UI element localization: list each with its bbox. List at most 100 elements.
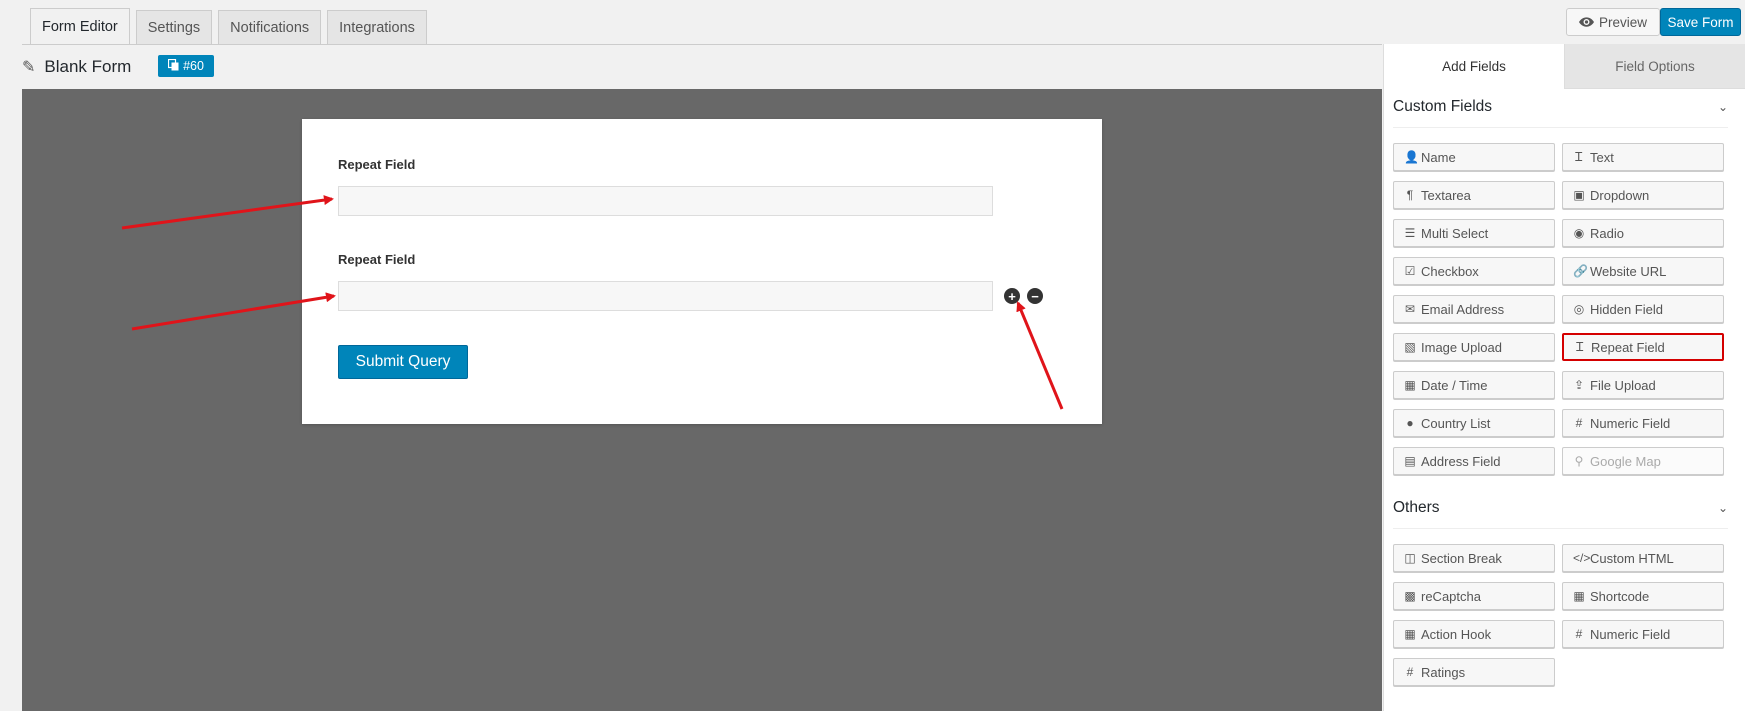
divider: [1393, 127, 1728, 128]
remove-row-icon[interactable]: −: [1027, 288, 1043, 304]
action-hook-field-button[interactable]: ▦ Action Hook: [1393, 620, 1555, 648]
upload-icon: ⇪: [1573, 378, 1585, 392]
custom-fields-title: Custom Fields: [1393, 98, 1493, 115]
checkbox-icon: ☑: [1404, 264, 1416, 278]
form-id: #60: [183, 59, 204, 73]
map-marker-icon: ⚲: [1574, 454, 1584, 468]
custom-html-field-button[interactable]: </> Custom HTML: [1562, 544, 1724, 572]
repeat-field-field-button[interactable]: Ꮖ Repeat Field: [1562, 333, 1724, 361]
field-button-label: Custom HTML: [1590, 550, 1674, 566]
tab-field-options[interactable]: Field Options: [1564, 44, 1745, 89]
tab-form-editor[interactable]: Form Editor: [30, 8, 130, 45]
preview-button[interactable]: Preview: [1566, 8, 1660, 36]
field-button-label: Ratings: [1421, 664, 1466, 680]
text-cursor-icon: Ꮖ: [1576, 339, 1584, 354]
field-button-label: Action Hook: [1421, 626, 1492, 642]
pencil-icon[interactable]: ✎: [22, 57, 35, 77]
add-row-icon[interactable]: +: [1004, 288, 1020, 304]
name-field-button[interactable]: 👤 Name: [1393, 143, 1555, 171]
date-time-field-button[interactable]: ▦ Date / Time: [1393, 371, 1555, 399]
field-button-label: Text: [1590, 149, 1614, 165]
calendar-icon: ▦: [1404, 627, 1416, 641]
field-button-label: Hidden Field: [1590, 301, 1663, 317]
field-button-label: Date / Time: [1421, 377, 1488, 393]
radio-icon: ◉: [1573, 226, 1585, 240]
field-button-label: Shortcode: [1590, 588, 1650, 604]
file-upload-field-button[interactable]: ⇪ File Upload: [1562, 371, 1724, 399]
field-button-label: Repeat Field: [1591, 339, 1665, 355]
address-field-field-button[interactable]: ▤ Address Field: [1393, 447, 1555, 475]
ratings-field-button[interactable]: # Ratings: [1393, 658, 1555, 686]
hash-icon: #: [1575, 416, 1583, 430]
eye-slash-icon: ◎: [1573, 302, 1585, 316]
radio-field-button[interactable]: ◉ Radio: [1562, 219, 1724, 247]
field-button-label: Google Map: [1590, 453, 1661, 469]
tab-add-fields[interactable]: Add Fields: [1384, 44, 1564, 89]
field-button-label: Email Address: [1421, 301, 1505, 317]
code-icon: </>: [1573, 551, 1591, 565]
email-address-field-button[interactable]: ✉ Email Address: [1393, 295, 1555, 323]
section-break-field-button[interactable]: ◫ Section Break: [1393, 544, 1555, 572]
field-button-label: Checkbox: [1421, 263, 1479, 279]
envelope-icon: ✉: [1404, 302, 1416, 316]
image-icon: ▧: [1404, 340, 1416, 354]
editor-tabs: Form Editor Settings Notifications Integ…: [30, 8, 433, 45]
form-preview-card: Repeat Field Repeat Field + − Submit Que…: [302, 119, 1102, 424]
google-map-field-button: ⚲ Google Map: [1562, 447, 1724, 475]
field-button-label: Name: [1421, 149, 1456, 165]
paragraph-icon: ¶: [1406, 188, 1414, 202]
textarea-field-button[interactable]: ¶ Textarea: [1393, 181, 1555, 209]
list-icon: ☰: [1404, 226, 1416, 240]
recaptcha-field-button[interactable]: ▩ reCaptcha: [1393, 582, 1555, 610]
save-form-button[interactable]: Save Form: [1660, 8, 1741, 36]
repeat-field-input[interactable]: [338, 281, 993, 311]
columns-icon: ◫: [1404, 551, 1416, 565]
form-title[interactable]: Blank Form: [44, 57, 131, 77]
dropdown-icon: ▣: [1573, 188, 1585, 202]
numeric-field-field-button[interactable]: # Numeric Field: [1562, 620, 1724, 648]
form-title-row: ✎ Blank Form: [22, 54, 131, 80]
panel-tabs: Add Fields Field Options: [1384, 44, 1745, 89]
country-list-field-button[interactable]: ● Country List: [1393, 409, 1555, 437]
shortcode-field-button[interactable]: ▦ Shortcode: [1562, 582, 1724, 610]
dropdown-field-button[interactable]: ▣ Dropdown: [1562, 181, 1724, 209]
chevron-down-icon: ⌄: [1717, 100, 1728, 114]
submit-button[interactable]: Submit Query: [338, 345, 468, 379]
tab-notifications[interactable]: Notifications: [218, 10, 322, 45]
tabs-divider: [22, 44, 1382, 45]
field-button-label: Multi Select: [1421, 225, 1489, 241]
custom-fields-header[interactable]: Custom Fields ⌄: [1393, 97, 1728, 117]
text-cursor-icon: Ꮖ: [1575, 149, 1583, 164]
field-button-label: File Upload: [1590, 377, 1656, 393]
field-button-label: Numeric Field: [1590, 626, 1671, 642]
form-id-badge[interactable]: #60: [158, 55, 214, 77]
others-header[interactable]: Others ⌄: [1393, 498, 1728, 518]
globe-icon: ●: [1406, 416, 1414, 430]
eye-icon: [1578, 15, 1594, 30]
calendar-icon: ▦: [1573, 589, 1585, 603]
field-button-label: Website URL: [1590, 263, 1667, 279]
chevron-down-icon: ⌄: [1717, 501, 1728, 515]
tab-integrations[interactable]: Integrations: [327, 10, 427, 45]
hash-icon: #: [1575, 627, 1583, 641]
field-button-label: Country List: [1421, 415, 1491, 431]
field-button-label: Radio: [1590, 225, 1624, 241]
qrcode-icon: ▩: [1404, 589, 1416, 603]
field-button-label: reCaptcha: [1421, 588, 1481, 604]
field-button-label: Numeric Field: [1590, 415, 1671, 431]
text-field-button[interactable]: Ꮖ Text: [1562, 143, 1724, 171]
multi-select-field-button[interactable]: ☰ Multi Select: [1393, 219, 1555, 247]
numeric-field-field-button[interactable]: # Numeric Field: [1562, 409, 1724, 437]
calendar-icon: ▦: [1404, 378, 1416, 392]
tab-settings[interactable]: Settings: [135, 10, 213, 45]
repeat-field-input[interactable]: [338, 186, 993, 216]
image-upload-field-button[interactable]: ▧ Image Upload: [1393, 333, 1555, 361]
field-button-label: Dropdown: [1590, 187, 1650, 203]
fields-panel: Add Fields Field Options Custom Fields ⌄…: [1383, 44, 1745, 711]
repeat-field-label: Repeat Field: [338, 157, 416, 172]
checkbox-field-button[interactable]: ☑ Checkbox: [1393, 257, 1555, 285]
website-url-field-button[interactable]: 🔗 Website URL: [1562, 257, 1724, 285]
field-button-label: Address Field: [1421, 453, 1501, 469]
hidden-field-field-button[interactable]: ◎ Hidden Field: [1562, 295, 1724, 323]
address-card-icon: ▤: [1404, 454, 1416, 468]
